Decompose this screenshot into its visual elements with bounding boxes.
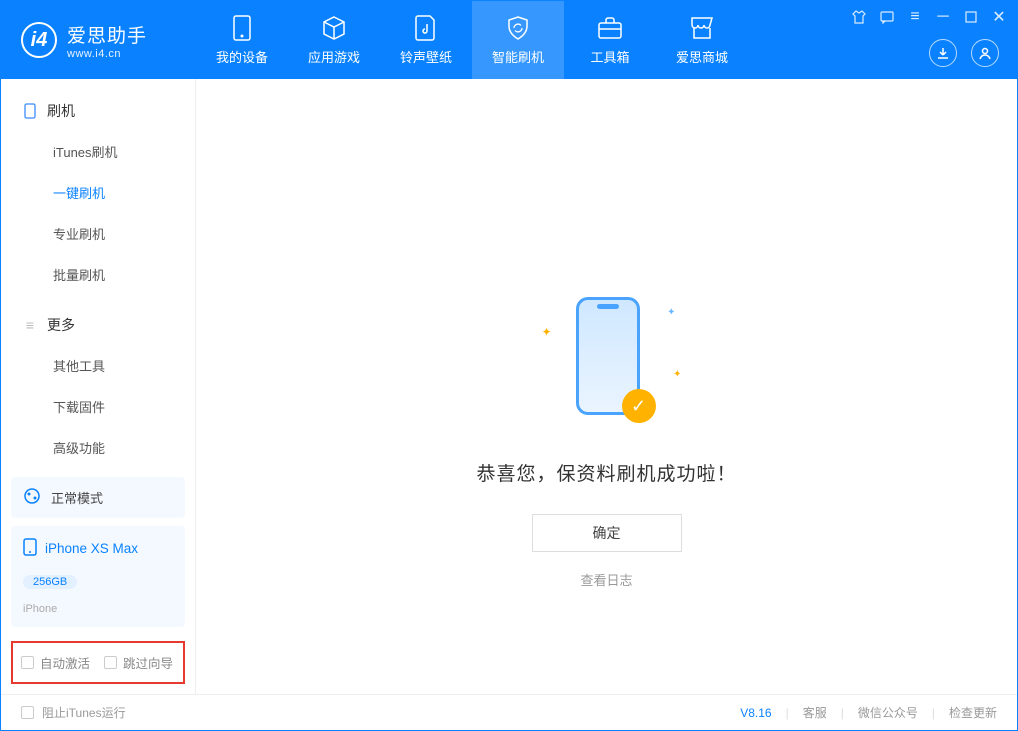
tab-my-device[interactable]: 我的设备 [196, 1, 288, 79]
header-right-actions [929, 39, 999, 67]
sidebar-group-more: ≡ 更多 [1, 305, 195, 345]
options-highlight-box: 自动激活 跳过向导 [11, 641, 185, 684]
opt-label: 自动激活 [40, 653, 90, 672]
store-icon [689, 15, 715, 41]
block-itunes-label[interactable]: 阻止iTunes运行 [42, 704, 126, 721]
version-label: V8.16 [740, 706, 771, 720]
tab-label: 工具箱 [590, 47, 629, 66]
tab-ringtone-wallpaper[interactable]: 铃声壁纸 [380, 1, 472, 79]
tab-store[interactable]: 爱思商城 [656, 1, 748, 79]
window-controls: ≡ ─ ✕ [851, 9, 1007, 25]
check-update-link[interactable]: 检查更新 [949, 704, 997, 721]
main-tabs: 我的设备 应用游戏 铃声壁纸 智能刷机 工具箱 爱思商城 [196, 1, 748, 79]
tab-label: 铃声壁纸 [400, 47, 452, 66]
checkbox-icon [104, 656, 117, 669]
cube-icon [321, 15, 347, 41]
minimize-icon[interactable]: ─ [935, 9, 951, 25]
user-button[interactable] [971, 39, 999, 67]
group-label: 更多 [47, 315, 75, 335]
mode-label: 正常模式 [51, 488, 103, 507]
shield-refresh-icon [505, 15, 531, 41]
tab-label: 我的设备 [216, 47, 268, 66]
sidebar-group-flash: 刷机 [1, 91, 195, 131]
logo-text: 爱思助手 www.i4.cn [67, 21, 147, 60]
tab-label: 智能刷机 [492, 47, 544, 66]
logo-area: i4 爱思助手 www.i4.cn [1, 21, 196, 60]
footer: 阻止iTunes运行 V8.16 | 客服 | 微信公众号 | 检查更新 [1, 694, 1017, 730]
sidebar-item-download-firmware[interactable]: 下载固件 [1, 386, 195, 427]
phone-illustration: ✦ ✦ ✦ ✓ [561, 289, 651, 429]
ok-button[interactable]: 确定 [531, 514, 681, 552]
sidebar-item-batch-flash[interactable]: 批量刷机 [1, 254, 195, 295]
success-title: 恭喜您，保资料刷机成功啦！ [476, 459, 736, 486]
mode-icon [23, 487, 41, 508]
mode-block[interactable]: 正常模式 [11, 477, 185, 518]
tab-toolbox[interactable]: 工具箱 [564, 1, 656, 79]
support-link[interactable]: 客服 [803, 704, 827, 721]
check-badge-icon: ✓ [621, 389, 655, 423]
maximize-icon[interactable] [963, 9, 979, 25]
checkbox-icon [21, 656, 34, 669]
sidebar-item-advanced[interactable]: 高级功能 [1, 427, 195, 468]
main-panel: ✦ ✦ ✦ ✓ 恭喜您，保资料刷机成功啦！ 确定 查看日志 [196, 79, 1017, 694]
device-icon [229, 15, 255, 41]
checkbox-icon[interactable] [21, 706, 34, 719]
device-type: iPhone [23, 603, 57, 615]
sparkle-icon: ✦ [667, 307, 675, 318]
skin-icon[interactable] [851, 9, 867, 25]
sparkle-icon: ✦ [673, 369, 681, 380]
tab-label: 爱思商城 [676, 47, 728, 66]
feedback-icon[interactable] [879, 9, 895, 25]
tab-smart-flash[interactable]: 智能刷机 [472, 1, 564, 79]
toolbox-icon [597, 15, 623, 41]
tab-apps-games[interactable]: 应用游戏 [288, 1, 380, 79]
checkbox-auto-activate[interactable]: 自动激活 [21, 653, 90, 672]
sparkle-icon: ✦ [541, 325, 551, 339]
close-icon[interactable]: ✕ [991, 9, 1007, 25]
sidebar-item-oneclick-flash[interactable]: 一键刷机 [1, 172, 195, 213]
device-block[interactable]: iPhone XS Max 256GB iPhone [11, 526, 185, 627]
sidebar-item-other-tools[interactable]: 其他工具 [1, 345, 195, 386]
view-log-link[interactable]: 查看日志 [580, 570, 632, 589]
phone-icon [23, 104, 37, 118]
group-label: 刷机 [47, 101, 75, 121]
music-file-icon [413, 15, 439, 41]
app-url: www.i4.cn [67, 48, 147, 60]
opt-label: 跳过向导 [123, 653, 173, 672]
device-name: iPhone XS Max [45, 541, 138, 556]
sidebar-item-pro-flash[interactable]: 专业刷机 [1, 213, 195, 254]
app-logo-icon: i4 [21, 22, 57, 58]
success-panel: ✦ ✦ ✦ ✓ 恭喜您，保资料刷机成功啦！ 确定 查看日志 [476, 289, 736, 589]
device-capacity: 256GB [23, 575, 77, 589]
app-header: i4 爱思助手 www.i4.cn 我的设备 应用游戏 铃声壁纸 智能刷机 工具… [1, 1, 1017, 79]
wechat-link[interactable]: 微信公众号 [858, 704, 918, 721]
checkbox-skip-wizard[interactable]: 跳过向导 [104, 653, 173, 672]
list-icon: ≡ [23, 318, 37, 332]
menu-icon[interactable]: ≡ [907, 9, 923, 25]
tab-label: 应用游戏 [308, 47, 360, 66]
app-title: 爱思助手 [67, 21, 147, 48]
download-button[interactable] [929, 39, 957, 67]
sidebar: 刷机 iTunes刷机 一键刷机 专业刷机 批量刷机 ≡ 更多 其他工具 下载固… [1, 79, 196, 694]
sidebar-item-itunes-flash[interactable]: iTunes刷机 [1, 131, 195, 172]
device-icon [23, 538, 37, 559]
